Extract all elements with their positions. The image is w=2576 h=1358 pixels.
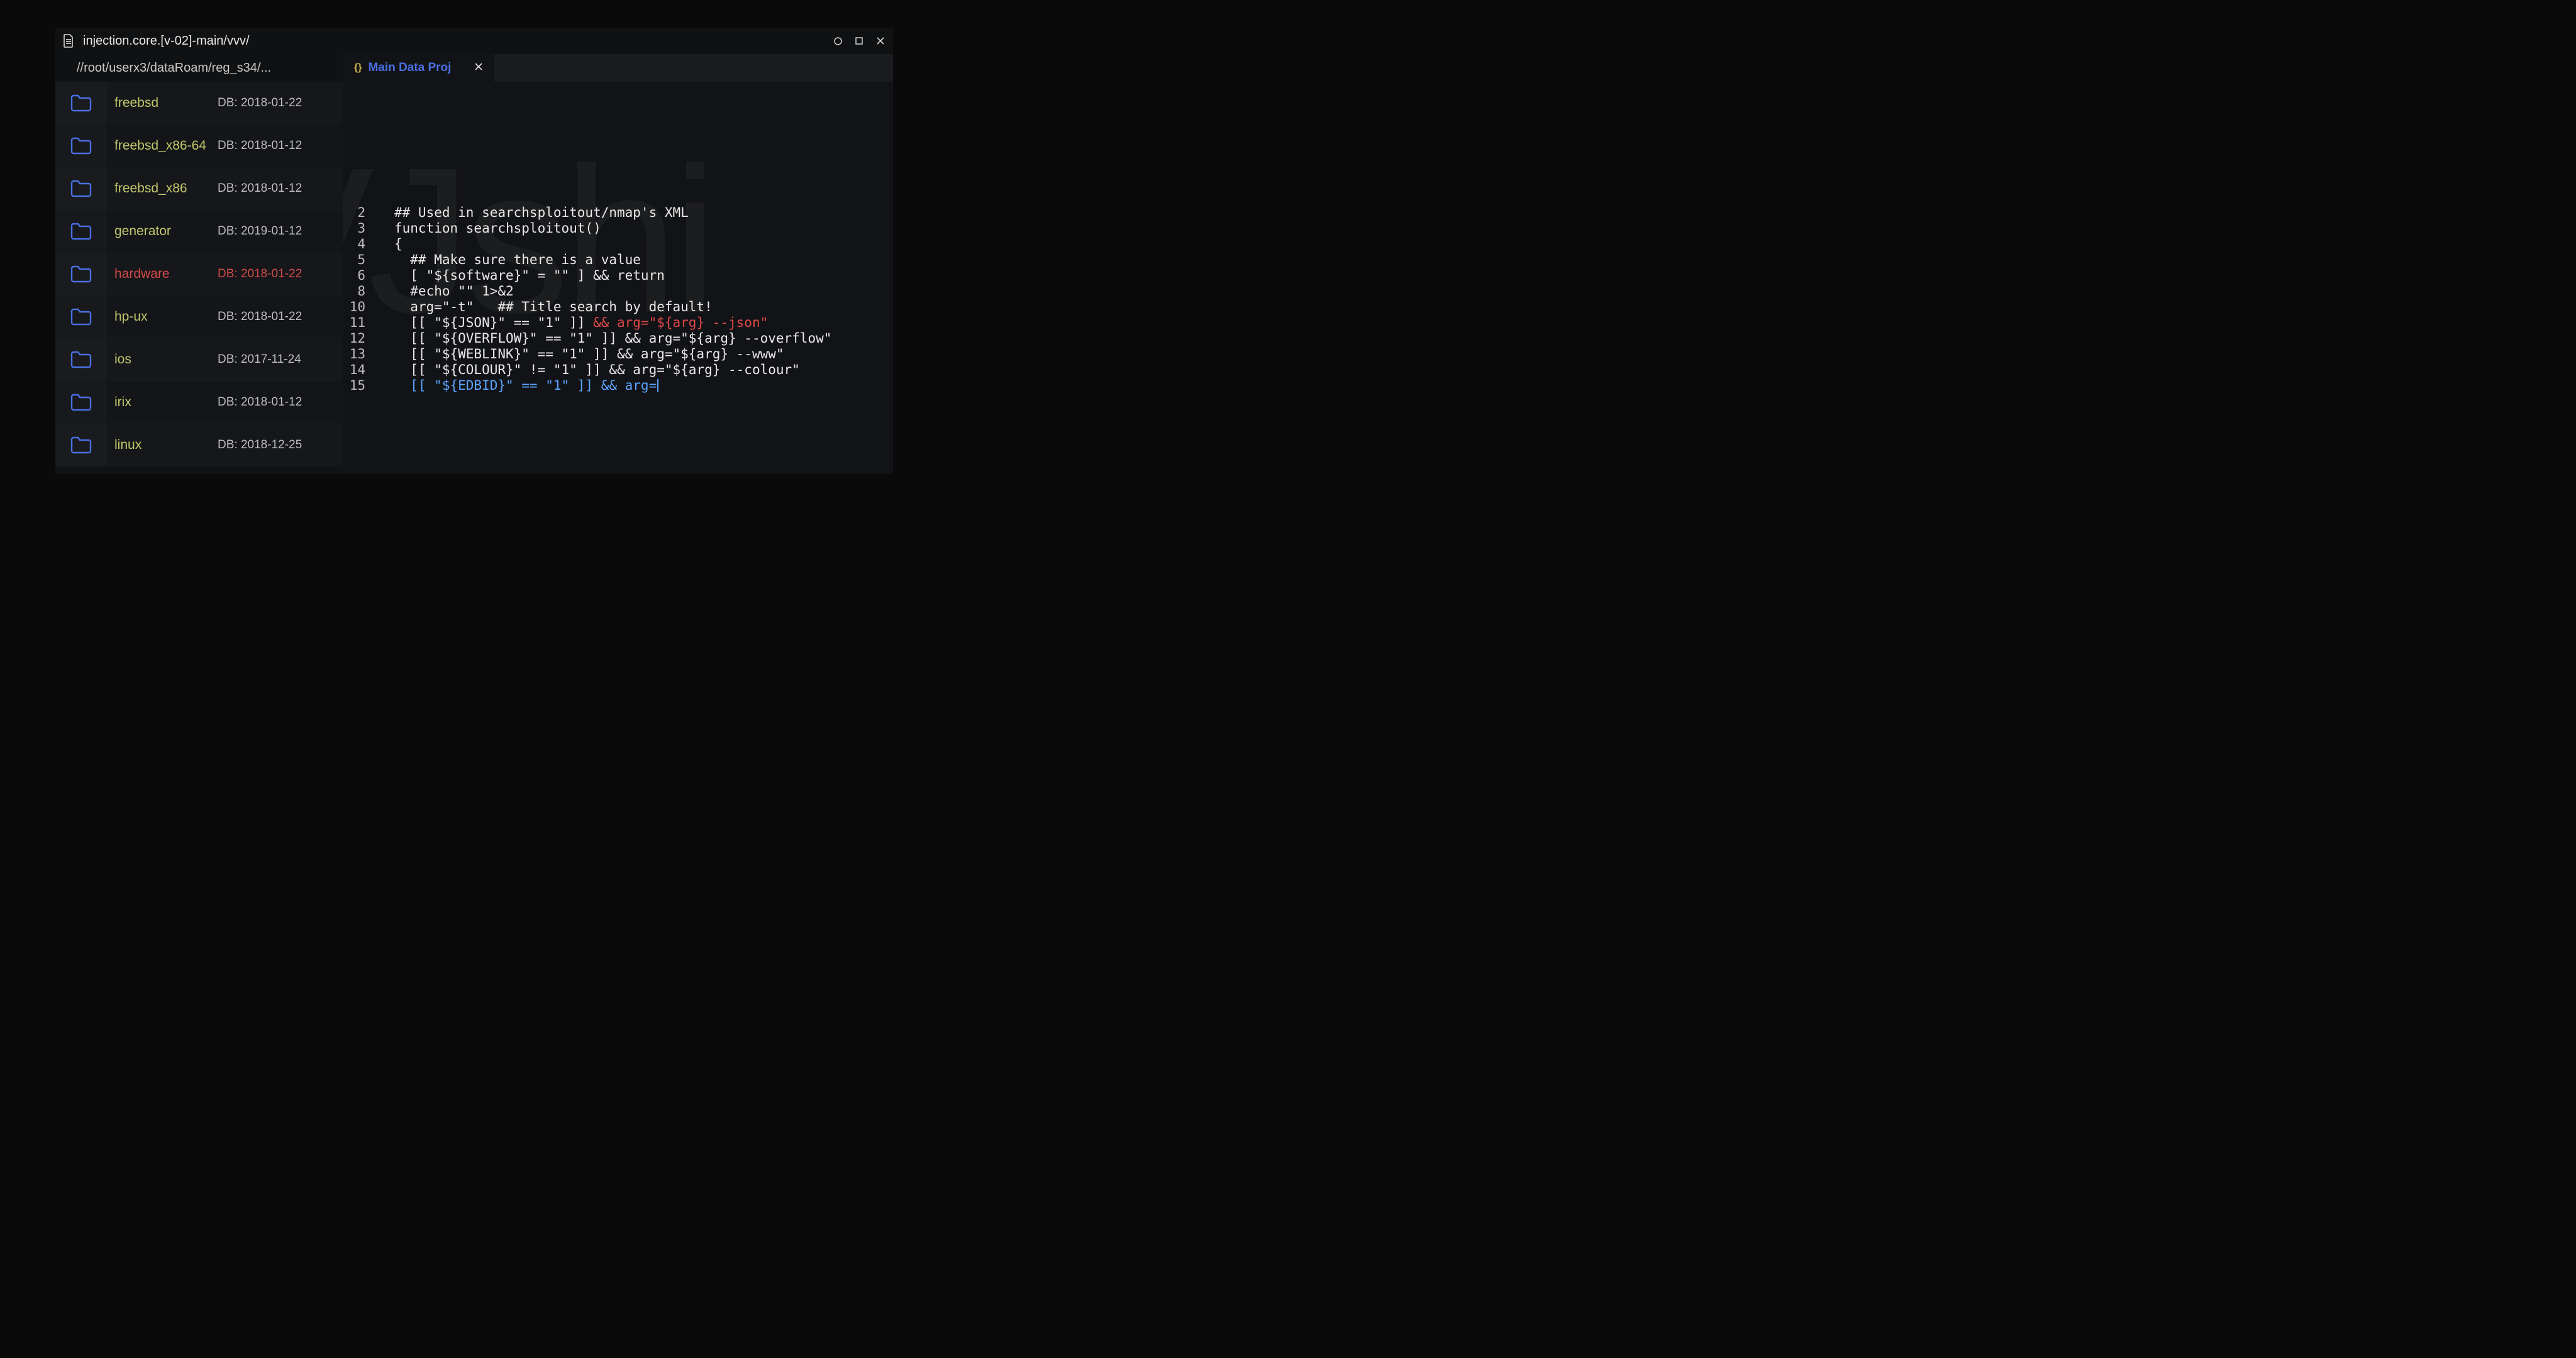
file-name: generator xyxy=(107,224,218,239)
code-text: [[ "${WEBLINK}" == "1" ]] && arg="${arg}… xyxy=(377,346,784,362)
code-text: #echo "" 1>&2 xyxy=(377,284,514,299)
folder-icon xyxy=(55,381,107,423)
tab-main-data-proj[interactable]: {} Main Data Proj xyxy=(343,54,494,82)
file-date: DB: 2018-01-12 xyxy=(218,395,343,409)
line-number: 14 xyxy=(343,362,377,378)
tab-filler xyxy=(494,54,893,82)
line-number: 5 xyxy=(343,252,377,268)
code-line: 3function searchsploitout() xyxy=(343,221,893,236)
folder-icon xyxy=(55,167,107,209)
code-line: 6 [ "${software}" = "" ] && return xyxy=(343,268,893,284)
code-text: [[ "${OVERFLOW}" == "1" ]] && arg="${arg… xyxy=(377,331,831,346)
title-bar: injection.core.[v-02]-main/vvv/ xyxy=(55,28,893,54)
editor-panel: {} Main Data Proj VJshi 2## Used in sear… xyxy=(343,54,893,474)
file-row[interactable]: hp-uxDB: 2018-01-22 xyxy=(55,295,343,338)
folder-icon xyxy=(55,124,107,167)
line-number: 6 xyxy=(343,268,377,284)
braces-icon: {} xyxy=(354,62,362,74)
file-date: DB: 2019-01-12 xyxy=(218,224,343,238)
code-text: ## Make sure there is a value xyxy=(377,252,641,268)
file-date: DB: 2018-01-22 xyxy=(218,267,343,281)
code-line: 8 #echo "" 1>&2 xyxy=(343,284,893,299)
text-cursor xyxy=(657,379,658,392)
window-title: injection.core.[v-02]-main/vvv/ xyxy=(83,34,250,48)
maximize-button[interactable] xyxy=(854,36,864,46)
code-line: 11 [[ "${JSON}" == "1" ]] && arg="${arg}… xyxy=(343,315,893,331)
file-date: DB: 2018-01-22 xyxy=(218,96,343,110)
folder-icon xyxy=(55,338,107,380)
code-text: function searchsploitout() xyxy=(377,221,601,236)
tab-close-button[interactable] xyxy=(475,62,482,74)
current-path: //root/userx3/dataRoam/reg_s34/... xyxy=(55,54,343,82)
file-row[interactable]: freebsd_x86-64DB: 2018-01-12 xyxy=(55,124,343,167)
file-name: hp-ux xyxy=(107,309,218,324)
tab-label: Main Data Proj xyxy=(368,61,451,75)
file-name: irix xyxy=(107,395,218,410)
folder-icon xyxy=(55,295,107,338)
file-row[interactable]: freebsd_x86DB: 2018-01-12 xyxy=(55,167,343,210)
folder-icon xyxy=(55,210,107,252)
code-text: ## Used in searchsploitout/nmap's XML xyxy=(377,205,689,221)
folder-icon xyxy=(55,82,107,124)
line-number: 11 xyxy=(343,315,377,331)
code-line: 2## Used in searchsploitout/nmap's XML xyxy=(343,205,893,221)
app-window: injection.core.[v-02]-main/vvv/ //root/u… xyxy=(55,28,893,474)
file-name: ios xyxy=(107,352,218,367)
line-number: 10 xyxy=(343,299,377,315)
minimize-button[interactable] xyxy=(833,36,843,46)
code-text: arg="-t" ## Title search by default! xyxy=(377,299,713,315)
code-line: 13 [[ "${WEBLINK}" == "1" ]] && arg="${a… xyxy=(343,346,893,362)
line-number: 12 xyxy=(343,331,377,346)
line-number: 15 xyxy=(343,378,377,394)
code-text: [ "${software}" = "" ] && return xyxy=(377,268,665,284)
file-row[interactable]: linuxDB: 2018-12-25 xyxy=(55,424,343,466)
code-text: [[ "${EDBID}" == "1" ]] && arg= xyxy=(377,378,658,394)
code-line: 4{ xyxy=(343,236,893,252)
file-row[interactable]: freebsdDB: 2018-01-22 xyxy=(55,82,343,124)
folder-icon xyxy=(55,424,107,466)
file-row[interactable]: irixDB: 2018-01-12 xyxy=(55,381,343,424)
file-browser-sidebar: //root/userx3/dataRoam/reg_s34/... freeb… xyxy=(55,54,343,474)
close-button[interactable] xyxy=(875,36,886,46)
file-row[interactable]: hardwareDB: 2018-01-22 xyxy=(55,253,343,295)
file-date: DB: 2017-11-24 xyxy=(218,353,343,367)
code-line: 5 ## Make sure there is a value xyxy=(343,252,893,268)
line-number: 4 xyxy=(343,236,377,252)
file-name: linux xyxy=(107,438,218,453)
file-list: freebsdDB: 2018-01-22freebsd_x86-64DB: 2… xyxy=(55,82,343,474)
code-line: 10 arg="-t" ## Title search by default! xyxy=(343,299,893,315)
line-number: 3 xyxy=(343,221,377,236)
tab-bar: {} Main Data Proj xyxy=(343,54,893,82)
file-name: freebsd_x86-64 xyxy=(107,138,218,153)
line-number: 13 xyxy=(343,346,377,362)
file-date: DB: 2018-01-12 xyxy=(218,182,343,196)
file-name: hardware xyxy=(107,267,218,282)
code-area[interactable]: VJshi 2## Used in searchsploitout/nmap's… xyxy=(343,82,893,474)
line-number: 2 xyxy=(343,205,377,221)
document-icon xyxy=(63,34,74,48)
file-date: DB: 2018-01-22 xyxy=(218,310,343,324)
code-text: { xyxy=(377,236,402,252)
code-text: [[ "${COLOUR}" != "1" ]] && arg="${arg} … xyxy=(377,362,800,378)
file-date: DB: 2018-12-25 xyxy=(218,438,343,452)
window-controls xyxy=(833,36,886,46)
line-number: 8 xyxy=(343,284,377,299)
code-line: 12 [[ "${OVERFLOW}" == "1" ]] && arg="${… xyxy=(343,331,893,346)
folder-icon xyxy=(55,253,107,295)
code-line: 14 [[ "${COLOUR}" != "1" ]] && arg="${ar… xyxy=(343,362,893,378)
file-name: freebsd_x86 xyxy=(107,181,218,196)
file-date: DB: 2018-01-12 xyxy=(218,139,343,153)
file-row[interactable]: iosDB: 2017-11-24 xyxy=(55,338,343,381)
file-name: freebsd xyxy=(107,96,218,111)
file-row[interactable]: generatorDB: 2019-01-12 xyxy=(55,210,343,253)
code-line: 15 [[ "${EDBID}" == "1" ]] && arg= xyxy=(343,378,893,394)
code-text: [[ "${JSON}" == "1" ]] && arg="${arg} --… xyxy=(377,315,768,331)
